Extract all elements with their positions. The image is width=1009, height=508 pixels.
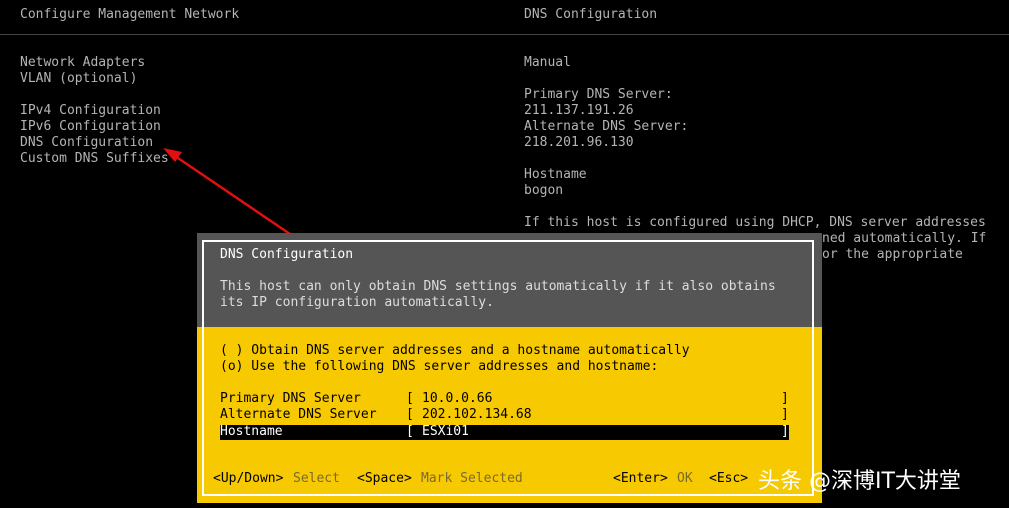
key-updown-action: Select <box>293 471 340 486</box>
hostname-field-label: Hostname <box>220 424 283 439</box>
dialog-desc-2: its IP configuration automatically. <box>220 295 494 310</box>
hostname-close-bracket: ] <box>781 424 789 439</box>
alternate-dns-close-bracket: ] <box>781 407 789 422</box>
primary-dns-label: Primary DNS Server <box>220 391 361 406</box>
key-esc[interactable]: <Esc> <box>709 471 748 487</box>
watermark: 头条 @深博IT大讲堂 <box>758 469 961 494</box>
primary-dns-input[interactable]: 10.0.0.66 <box>422 391 492 407</box>
key-updown[interactable]: <Up/Down> <box>213 471 283 487</box>
key-enter[interactable]: <Enter> <box>613 471 668 487</box>
primary-dns-close-bracket: ] <box>781 391 789 406</box>
hostname-input[interactable]: ESXi01 <box>422 424 469 440</box>
radio-use-following[interactable]: (o) Use the following DNS server address… <box>220 359 658 375</box>
hostname-open-bracket: [ <box>406 424 414 439</box>
primary-dns-open-bracket: [ <box>406 391 414 406</box>
alternate-dns-open-bracket: [ <box>406 407 414 422</box>
key-enter-action: OK <box>677 471 693 486</box>
selected-row-highlight <box>220 425 789 440</box>
dialog-desc-1: This host can only obtain DNS settings a… <box>220 279 776 294</box>
key-space[interactable]: <Space> <box>357 471 412 487</box>
alternate-dns-label: Alternate DNS Server <box>220 407 377 422</box>
alternate-dns-input[interactable]: 202.102.134.68 <box>422 407 532 423</box>
dialog-title: DNS Configuration <box>220 247 354 262</box>
key-space-action: Mark Selected <box>421 471 523 486</box>
dns-configuration-dialog: DNS Configuration This host can only obt… <box>197 233 822 503</box>
radio-obtain-automatically[interactable]: ( ) Obtain DNS server addresses and a ho… <box>220 343 690 359</box>
